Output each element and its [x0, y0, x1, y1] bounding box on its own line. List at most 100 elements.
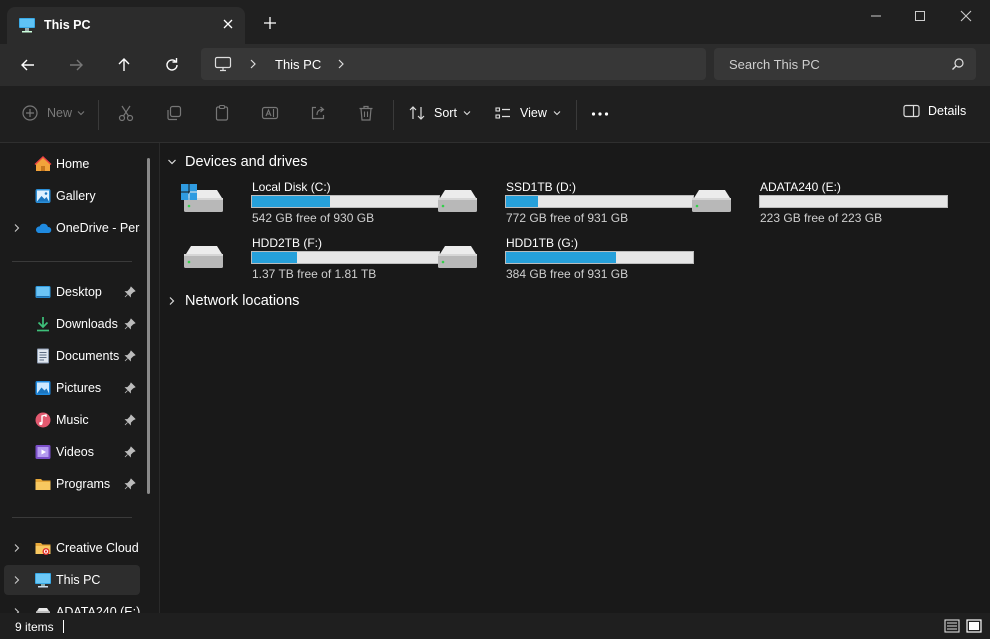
monitor-icon [34, 571, 52, 589]
minimize-button[interactable] [862, 8, 890, 24]
copy-button[interactable] [165, 104, 183, 122]
tab-title: This PC [44, 18, 91, 32]
clipboard-icon [215, 104, 229, 121]
drive-usage-fill [506, 196, 538, 207]
search-box[interactable]: Search This PC [714, 48, 976, 80]
gallery-icon [34, 187, 52, 205]
title-bar: This PC [0, 0, 990, 46]
hard-drive-icon [435, 184, 479, 216]
chevron-right-icon[interactable] [12, 543, 22, 553]
drive-name: HDD1TB (G:) [506, 236, 578, 250]
forward-button[interactable] [66, 55, 86, 75]
hard-drive-icon [435, 240, 479, 272]
pin-icon[interactable] [124, 286, 136, 298]
content-pane: Devices and drives Local Disk (C:) 542 GB… [161, 143, 990, 613]
up-button[interactable] [114, 55, 134, 75]
close-tab-icon[interactable] [221, 17, 235, 31]
hard-drive-icon [181, 184, 225, 216]
sidebar-item-documents[interactable]: Documents [4, 341, 140, 371]
cut-button[interactable] [117, 104, 135, 122]
sidebar-item-gallery[interactable]: Gallery [4, 181, 140, 211]
new-tab-button[interactable] [262, 15, 278, 31]
status-bar: 9 items [0, 613, 990, 639]
back-button[interactable] [18, 55, 38, 75]
home-icon [34, 155, 52, 173]
separator [393, 100, 394, 130]
pin-icon[interactable] [124, 350, 136, 362]
delete-button[interactable] [357, 104, 375, 122]
separator [576, 100, 577, 130]
chevron-right-icon[interactable] [247, 58, 259, 70]
drive-free-space: 1.37 TB free of 1.81 TB [252, 267, 377, 281]
sidebar-item-creative-cloud[interactable]: Creative Cloud Files [4, 533, 140, 563]
chevron-right-icon[interactable] [12, 223, 22, 233]
tab-this-pc[interactable]: This PC [7, 7, 245, 44]
share-icon [311, 106, 325, 120]
drive-tile[interactable]: HDD2TB (F:) 1.37 TB free of 1.81 TB [181, 236, 440, 286]
network-group-header[interactable]: Network locations [167, 293, 299, 309]
plus-circle-icon [22, 105, 38, 121]
drive-tile[interactable]: HDD1TB (G:) 384 GB free of 931 GB [435, 236, 694, 286]
chevron-down-icon [168, 159, 176, 165]
desktop-icon [34, 283, 52, 301]
drive-tile[interactable]: SSD1TB (D:) 772 GB free of 931 GB [435, 180, 694, 230]
chevron-right-icon [169, 297, 175, 305]
share-button[interactable] [309, 104, 327, 122]
pin-icon[interactable] [124, 382, 136, 394]
sidebar-item-label: Home [56, 157, 90, 171]
new-button[interactable]: New [21, 104, 85, 122]
sidebar-item-programs[interactable]: Programs [4, 469, 140, 499]
monitor-icon [214, 56, 232, 72]
sidebar-item-downloads[interactable]: Downloads [4, 309, 140, 339]
drive-tile[interactable]: Local Disk (C:) 542 GB free of 930 GB [181, 180, 440, 230]
sort-button[interactable]: Sort [408, 104, 471, 122]
video-icon [34, 443, 52, 461]
chevron-right-icon[interactable] [335, 58, 347, 70]
sidebar-item-adata240[interactable]: ADATA240 (E:) [4, 597, 140, 613]
details-pane-button[interactable]: Details [903, 104, 966, 118]
pin-icon[interactable] [124, 446, 136, 458]
sidebar-item-pictures[interactable]: Pictures [4, 373, 140, 403]
monitor-icon [18, 17, 36, 33]
drive-tile[interactable]: ADATA240 (E:) 223 GB free of 223 GB [689, 180, 948, 230]
paste-button[interactable] [213, 104, 231, 122]
navigation-pane: Home Gallery OneDrive - Personal Desktop… [0, 143, 160, 613]
view-button[interactable]: View [494, 104, 561, 122]
address-bar[interactable]: This PC [201, 48, 706, 80]
tiles-view-button[interactable] [966, 619, 982, 633]
more-options-button[interactable] [591, 112, 609, 116]
pin-icon[interactable] [124, 414, 136, 426]
devices-group-header[interactable]: Devices and drives [167, 154, 308, 170]
sidebar-item-home[interactable]: Home [4, 149, 140, 179]
details-view-icon [944, 619, 960, 633]
chevron-down-icon [553, 111, 561, 116]
item-count: 9 items [15, 620, 54, 634]
sidebar-item-onedrive[interactable]: OneDrive - Personal [4, 213, 140, 243]
music-icon [34, 411, 52, 429]
hard-drive-icon [689, 184, 733, 216]
chevron-down-icon [463, 111, 471, 116]
address-location[interactable]: This PC [275, 57, 321, 72]
network-header-label: Network locations [185, 293, 300, 309]
drive-usage-bar [505, 251, 694, 264]
sidebar-item-label: OneDrive - Personal [56, 221, 140, 235]
details-label: Details [928, 104, 967, 118]
maximize-button[interactable] [906, 8, 934, 24]
sidebar-item-music[interactable]: Music [4, 405, 140, 435]
pin-icon[interactable] [124, 478, 136, 490]
sidebar-item-this-pc[interactable]: This PC [4, 565, 140, 595]
sidebar-item-videos[interactable]: Videos [4, 437, 140, 467]
pin-icon[interactable] [124, 318, 136, 330]
refresh-button[interactable] [162, 55, 182, 75]
sidebar-item-label: This PC [56, 573, 101, 587]
details-view-button[interactable] [944, 619, 960, 633]
close-window-button[interactable] [952, 8, 980, 24]
sidebar-item-desktop[interactable]: Desktop [4, 277, 140, 307]
chevron-right-icon[interactable] [12, 575, 22, 585]
rename-button[interactable] [261, 104, 279, 122]
search-input[interactable]: Search This PC [729, 57, 820, 72]
details-pane-icon [903, 104, 920, 118]
command-bar: New Sort View Details [0, 86, 990, 143]
sidebar-item-label: Gallery [56, 189, 96, 203]
sidebar-scrollbar[interactable] [147, 158, 150, 494]
